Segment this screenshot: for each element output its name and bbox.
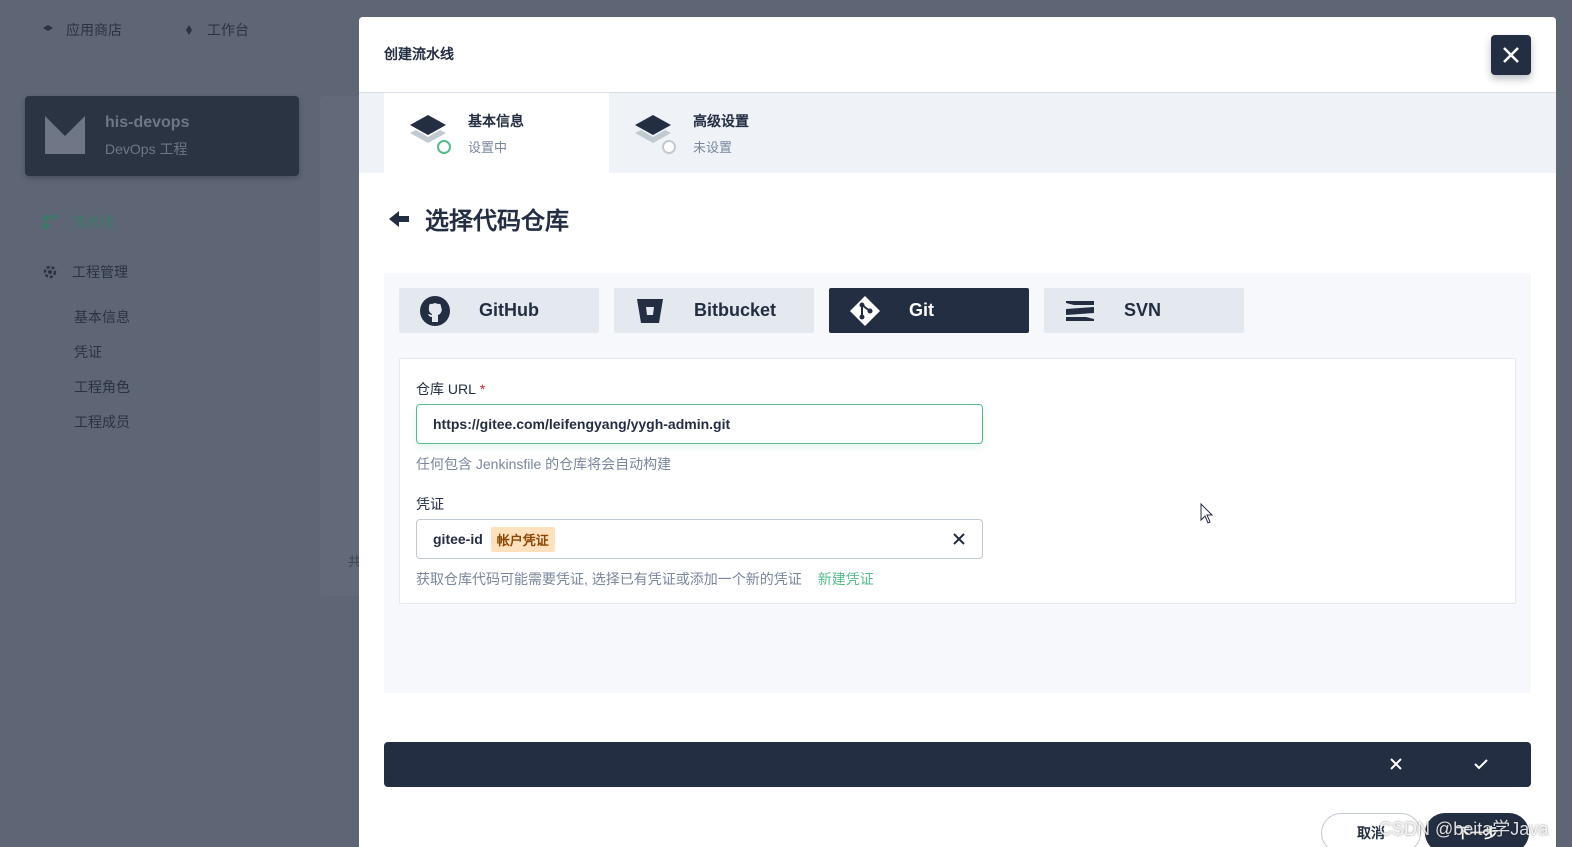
repo-form: 仓库 URL * https://gitee.com/leifengyang/yy…	[399, 358, 1516, 604]
credential-type-badge: 帐户凭证	[490, 526, 555, 552]
github-icon	[420, 295, 450, 326]
step-advanced-settings-label: 高级设置	[693, 112, 749, 129]
menu-pipeline[interactable]: 流水线	[42, 212, 114, 232]
submenu-project-roles[interactable]: 工程角色	[74, 377, 130, 397]
project-card[interactable]: his-devops DevOps 工程	[25, 96, 299, 176]
close-icon[interactable]	[1388, 756, 1404, 772]
back-arrow-icon[interactable]	[387, 209, 411, 229]
repo-tab-svn-label: SVN	[1124, 300, 1162, 320]
menu-pipeline-label: 流水线	[72, 214, 114, 230]
clear-icon[interactable]	[952, 532, 966, 546]
nav-app-store[interactable]: 应用商店	[42, 20, 122, 40]
step-indicator: 基本信息 设置中 高级设置 未设置	[384, 93, 1556, 173]
step-basic-info-status: 设置中	[468, 139, 508, 155]
mouse-cursor-icon	[1200, 503, 1214, 524]
repo-tab-svn[interactable]: SVN	[1044, 288, 1244, 333]
page-title: 选择代码仓库	[425, 208, 569, 235]
repo-tab-github[interactable]: GitHub	[399, 288, 599, 333]
bitbucket-icon	[637, 298, 663, 323]
close-icon	[1503, 47, 1519, 63]
repo-panel: GitHub Bitbucket Git SVN 仓库 URL * https:…	[384, 273, 1531, 693]
repo-tab-bitbucket-label: Bitbucket	[694, 300, 777, 320]
repo-url-label: 仓库 URL *	[416, 379, 485, 399]
credential-label: 凭证	[416, 496, 444, 512]
step-advanced-settings[interactable]: 高级设置 未设置	[609, 93, 834, 173]
top-navigation: 应用商店 工作台	[0, 0, 360, 60]
check-icon[interactable]	[1473, 756, 1489, 772]
pipeline-icon	[43, 215, 57, 229]
page-heading: 选择代码仓库	[387, 201, 569, 236]
action-bar	[384, 742, 1531, 787]
repo-tab-bitbucket[interactable]: Bitbucket	[614, 288, 814, 333]
repo-tab-git-label: Git	[909, 300, 934, 320]
nav-workbench-label: 工作台	[207, 22, 249, 38]
step-basic-info-label: 基本信息	[468, 112, 524, 129]
step-layers-icon	[635, 115, 676, 154]
project-logo-icon	[45, 116, 85, 154]
svn-icon	[1066, 300, 1094, 321]
background-panel: 共	[320, 96, 361, 596]
submenu-credentials[interactable]: 凭证	[74, 342, 102, 362]
modal-content: 选择代码仓库 GitHub Bitbucket Git SVN 仓库 URL *…	[359, 173, 1556, 847]
git-icon	[850, 295, 880, 326]
required-marker: *	[479, 381, 486, 397]
repo-url-value: https://gitee.com/leifengyang/yygh-admin…	[433, 416, 731, 432]
repo-url-help: 任何包含 Jenkinsfile 的仓库将会自动构建	[416, 456, 672, 472]
watermark: CSDN @beita学Java	[1379, 819, 1549, 839]
project-name: his-devops	[105, 114, 190, 131]
credential-value: gitee-id	[433, 531, 483, 547]
step-layers-icon	[410, 115, 451, 154]
credential-help-text: 获取仓库代码可能需要凭证, 选择已有凭证或添加一个新的凭证	[416, 571, 802, 587]
repo-url-label-text: 仓库 URL	[416, 381, 476, 397]
submenu-basic-info[interactable]: 基本信息	[74, 307, 130, 327]
repo-tab-github-label: GitHub	[479, 300, 539, 320]
new-credential-link[interactable]: 新建凭证	[818, 571, 874, 587]
workbench-icon	[186, 25, 192, 35]
credential-help: 获取仓库代码可能需要凭证, 选择已有凭证或添加一个新的凭证 新建凭证	[416, 569, 874, 589]
app-store-icon	[43, 25, 53, 31]
step-basic-info[interactable]: 基本信息 设置中	[384, 93, 609, 173]
project-type: DevOps 工程	[105, 141, 188, 157]
submenu-project-members[interactable]: 工程成员	[74, 412, 130, 432]
modal-header: 创建流水线	[359, 17, 1556, 93]
gear-icon	[43, 265, 57, 279]
repo-tab-git[interactable]: Git	[829, 288, 1029, 333]
step-advanced-settings-status: 未设置	[693, 139, 733, 155]
modal-close-button[interactable]	[1491, 35, 1531, 75]
credential-select[interactable]: gitee-id 帐户凭证	[416, 519, 983, 559]
repo-type-tabs: GitHub Bitbucket Git SVN	[399, 288, 1244, 333]
repo-url-input[interactable]: https://gitee.com/leifengyang/yygh-admin…	[416, 404, 983, 444]
menu-project-management[interactable]: 工程管理	[42, 262, 128, 282]
modal-title: 创建流水线	[384, 46, 454, 62]
nav-workbench[interactable]: 工作台	[183, 20, 249, 40]
nav-app-store-label: 应用商店	[66, 22, 122, 38]
menu-project-management-label: 工程管理	[72, 264, 128, 280]
create-pipeline-modal: 创建流水线 基本信息 设置中 高级设置 未设置 选择代码仓库 GitHub Bi…	[359, 17, 1556, 847]
